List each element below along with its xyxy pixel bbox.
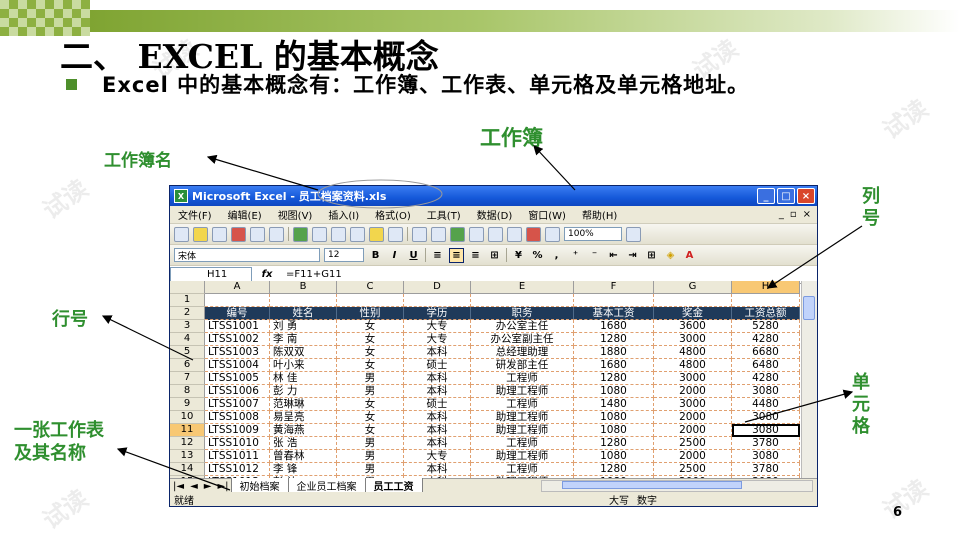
arrow-sheet-and-name [116,447,231,491]
callout-arrows [101,145,863,491]
arrow-workbook-name [206,154,319,191]
arrow-workbook [533,145,576,191]
workbook-name-highlight [317,179,443,209]
arrow-row-number [101,315,194,361]
page-number: 6 [892,505,902,520]
arrow-cell [744,389,854,423]
arrow-column-number [766,225,863,289]
